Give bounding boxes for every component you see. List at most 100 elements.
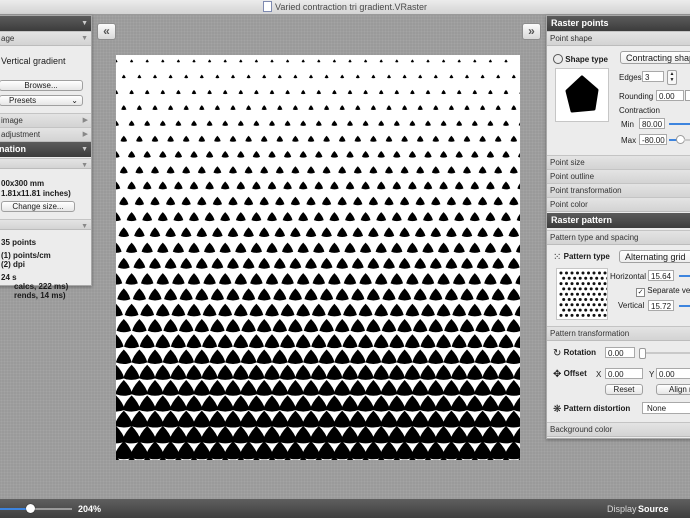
- rounding-checkbox[interactable]: [685, 90, 690, 101]
- rotation-field[interactable]: 0.00: [605, 347, 635, 358]
- image-panel-header[interactable]: ▼: [0, 16, 91, 31]
- raster-point: [319, 318, 334, 333]
- rotation-slider[interactable]: [641, 352, 690, 354]
- raster-point: [481, 395, 500, 412]
- raster-point: [333, 380, 351, 396]
- raster-point: [131, 349, 148, 365]
- raster-point: [188, 242, 200, 253]
- edges-field[interactable]: 3: [642, 71, 664, 82]
- edges-stepper[interactable]: ▲ ▼: [667, 70, 677, 85]
- pattern-dot: [576, 282, 579, 286]
- rounding-field[interactable]: 0.00: [656, 90, 684, 101]
- point-shape-section[interactable]: Point shape: [547, 31, 690, 46]
- horizontal-slider[interactable]: [679, 275, 690, 277]
- raster-point: [345, 212, 355, 222]
- offset-x-field[interactable]: 0.00: [605, 368, 643, 379]
- raster-point: [454, 181, 464, 190]
- raster-point: [360, 212, 371, 222]
- information-panel-header[interactable]: nation ▼: [0, 142, 91, 157]
- display-mode-value[interactable]: Source: [638, 504, 669, 514]
- raster-point: [368, 227, 379, 238]
- point-size-section[interactable]: Point size: [547, 155, 690, 170]
- collapse-right-button[interactable]: »: [522, 23, 541, 40]
- point-color-section[interactable]: Point color: [547, 197, 690, 212]
- point-transformation-section[interactable]: Point transformation: [547, 183, 690, 198]
- distortion-dropdown[interactable]: None: [642, 402, 690, 414]
- change-size-button[interactable]: Change size...: [1, 201, 75, 212]
- raster-points-header[interactable]: Raster points: [547, 16, 690, 31]
- adjustment-section[interactable]: adjustment ▶: [0, 127, 91, 142]
- collapse-left-button[interactable]: «: [97, 23, 116, 40]
- pattern-type-dropdown[interactable]: Alternating grid: [619, 250, 690, 263]
- contracting-shape-icon: [565, 75, 599, 113]
- contraction-min-field[interactable]: 80.00: [639, 118, 665, 129]
- rotation-slider-knob[interactable]: [639, 348, 646, 359]
- presets-dropdown[interactable]: Presets ⌄: [0, 95, 83, 106]
- reset-offset-button[interactable]: Reset: [605, 384, 643, 395]
- double-chevron-right-icon: »: [528, 24, 535, 38]
- raster-point: [376, 212, 387, 222]
- pattern-dot: [565, 292, 568, 296]
- raster-point: [494, 135, 502, 142]
- render-time: rends, 14 ms): [14, 291, 66, 300]
- info-points-section[interactable]: ▼: [0, 219, 91, 230]
- align-button[interactable]: Align r: [656, 384, 690, 395]
- point-outline-section[interactable]: Point outline: [547, 169, 690, 184]
- checkbox-checked-icon[interactable]: ✓: [636, 288, 645, 297]
- raster-point: [139, 334, 155, 349]
- raster-preview-canvas[interactable]: [116, 55, 520, 460]
- raster-point: [140, 273, 154, 285]
- raster-point: [383, 227, 395, 238]
- raster-point: [475, 318, 490, 333]
- info-size-section[interactable]: ▼: [0, 158, 91, 169]
- raster-point: [375, 242, 387, 253]
- raster-pattern-header[interactable]: Raster pattern: [547, 213, 690, 228]
- shape-type-dropdown[interactable]: Contracting shap: [620, 51, 690, 64]
- raster-point: [486, 150, 495, 158]
- raster-point: [400, 196, 410, 206]
- radio-icon[interactable]: [553, 54, 563, 64]
- raster-point: [153, 395, 172, 412]
- raster-point: [212, 196, 222, 206]
- raster-point: [304, 288, 318, 301]
- raster-point: [516, 213, 520, 222]
- zoom-slider-knob[interactable]: [26, 504, 36, 513]
- pattern-type-spacing-section[interactable]: Pattern type and spacing: [547, 230, 690, 245]
- raster-point: [470, 181, 480, 190]
- raster-point: [251, 212, 262, 222]
- raster-point: [401, 135, 408, 142]
- image-section[interactable]: image ▶: [0, 113, 91, 128]
- raster-point: [421, 303, 435, 317]
- raster-point: [323, 105, 330, 111]
- pattern-dot: [600, 287, 604, 291]
- raster-point: [290, 196, 300, 206]
- raster-point: [451, 334, 467, 349]
- raster-point: [456, 89, 462, 95]
- raster-point: [151, 135, 159, 142]
- raster-point: [309, 74, 313, 79]
- raster-point: [320, 288, 334, 301]
- vertical-field[interactable]: 15.72: [648, 300, 674, 311]
- vertical-slider[interactable]: [679, 305, 690, 307]
- offset-y-field[interactable]: 0.00: [656, 368, 690, 379]
- contraction-max-field[interactable]: -80.00: [639, 134, 667, 145]
- contraction-min-slider[interactable]: [669, 123, 690, 125]
- raster-point: [498, 334, 514, 349]
- raster-point: [504, 59, 508, 63]
- horizontal-field[interactable]: 15.64: [648, 270, 674, 281]
- raster-point: [118, 227, 130, 238]
- pattern-transformation-section[interactable]: Pattern transformation: [547, 326, 690, 341]
- pattern-dot: [573, 298, 577, 301]
- raster-point: [178, 318, 194, 333]
- background-color-section[interactable]: Background color: [547, 422, 690, 437]
- raster-point: [408, 150, 417, 158]
- raster-point: [474, 349, 491, 365]
- browse-button[interactable]: Browse...: [0, 80, 83, 91]
- raster-point: [374, 303, 389, 317]
- raster-point: [178, 349, 195, 365]
- pattern-dot: [581, 303, 585, 307]
- raster-point: [155, 303, 170, 317]
- raster-point: [216, 364, 234, 380]
- image-source-section[interactable]: age ▼: [0, 31, 91, 46]
- raster-point: [347, 120, 353, 126]
